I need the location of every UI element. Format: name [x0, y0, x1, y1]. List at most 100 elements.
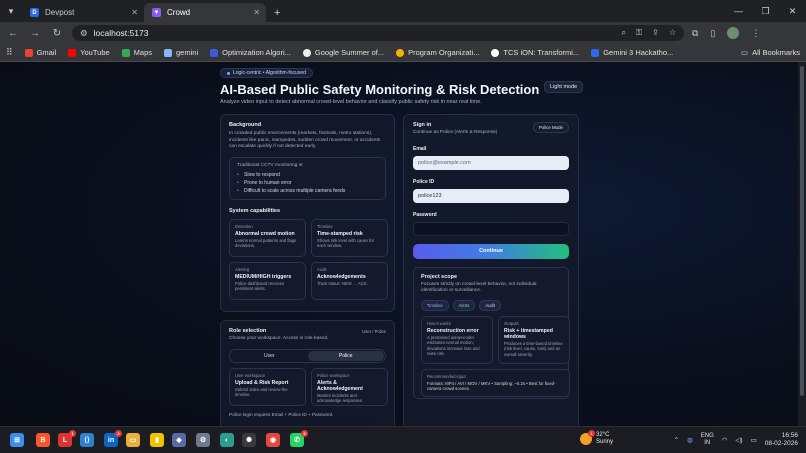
maps-icon [121, 48, 130, 57]
light-mode-button[interactable]: Light mode [544, 81, 584, 93]
gemini-icon [164, 48, 173, 57]
tab-devpost[interactable]: D Devpost ✕ [22, 3, 144, 22]
apps-grid-icon[interactable]: ⠿ [6, 47, 13, 58]
site-info-icon[interactable]: ⚙ [80, 28, 88, 39]
pill-text: Logic-centric • Algorithm-focused [233, 70, 306, 76]
wifi-icon[interactable]: ◠ [722, 436, 728, 444]
url-text[interactable]: localhost:5173 [94, 28, 149, 38]
profile-avatar[interactable] [727, 27, 740, 39]
role-option-police[interactable]: Police [307, 350, 384, 361]
page-scrollbar[interactable] [798, 62, 806, 426]
settings-icon[interactable]: ⚙ [196, 433, 210, 447]
stats-icon[interactable]: ▮ [150, 433, 164, 447]
bookmark-program-org[interactable]: Program Organizati... [396, 48, 479, 57]
password-field[interactable] [413, 221, 569, 236]
brave-icon[interactable]: B [36, 433, 50, 447]
capability-alerting: Alerting MEDIUM/HIGH triggers Police das… [229, 261, 306, 300]
shield-icon[interactable]: ◆ [172, 433, 186, 447]
bookmark-youtube[interactable]: YouTube [68, 48, 110, 57]
language-indicator[interactable]: ENG IN [701, 433, 714, 447]
tray-app-icon[interactable]: ◍ [687, 436, 693, 444]
weather-temp: 32°C [596, 432, 610, 438]
tagline-pill: Logic-centric • Algorithm-focused [220, 68, 313, 78]
close-tab-icon[interactable]: ✕ [131, 8, 138, 17]
files-icon[interactable]: ▭ [126, 433, 140, 447]
all-bookmarks[interactable]: ▭ All Bookmarks [741, 48, 800, 57]
bookmark-gemini-hackathon[interactable]: Gemini 3 Hackatho... [591, 48, 673, 57]
capability-title: Acknowledgements [317, 273, 366, 280]
reload-icon[interactable]: ↻ [50, 28, 64, 39]
zoom-icon[interactable]: ⌕ [622, 28, 626, 38]
notification-badge: 1 [69, 430, 76, 437]
battery-icon[interactable]: ▭ [751, 436, 757, 444]
role-option-user[interactable]: User [231, 351, 308, 361]
email-field[interactable]: police@example.com [413, 155, 569, 170]
maximize-icon[interactable]: ❐ [752, 0, 779, 22]
bookmark-gmail[interactable]: Gmail [24, 48, 56, 57]
password-key-icon[interactable]: ⚿ [636, 28, 642, 38]
menu-kebab-icon[interactable]: ⋮ [751, 28, 760, 39]
url-bar[interactable]: ⚙ localhost:5173 ⌕ ⚿ ⇪ ☆ [72, 25, 684, 41]
folder-icon: ▭ [740, 48, 749, 57]
forward-icon[interactable]: → [28, 28, 42, 39]
police-id-field[interactable]: police123 [413, 188, 569, 203]
notification-badge: 9 [301, 430, 308, 437]
app-red-icon[interactable]: L1 [58, 430, 76, 447]
bookmark-tcs-ion[interactable]: TCS iON: Transformi... [491, 48, 579, 57]
sidepanel-icon[interactable]: ▯ [710, 28, 715, 39]
background-card: Background In crowded public environment… [220, 114, 395, 312]
tab-crowd[interactable]: ▼ Crowd ✕ [144, 3, 266, 22]
capability-timeline: Timeline Time-stamped risk Shows risk le… [311, 218, 388, 257]
scope-kicker: Outputs [504, 320, 519, 326]
role-heading: Role selection [229, 328, 267, 334]
bookmark-maps[interactable]: Maps [121, 48, 152, 57]
windows-taskbar: ⊞ B L 1 ⟨⟩ in 2 ▭ ▮ ◆ ⚙ ◐ ✺ ◉ ✆ 9 1 32°C Sunny ⌃ ◍ ENG IN… [0, 426, 806, 453]
workspace-user: User workspace Upload & Risk Report Subm… [229, 367, 306, 406]
lang-line2: IN [704, 440, 711, 446]
capability-kicker: Alerting [235, 266, 250, 272]
police-mode-badge: Police Mode [532, 122, 569, 133]
volume-icon[interactable]: ◁) [735, 436, 742, 444]
clock[interactable]: 16:56 08-02-2026 [765, 432, 798, 448]
vscode-icon[interactable]: ⟨⟩ [80, 433, 94, 447]
chrome-icon[interactable]: ◉ [266, 433, 280, 447]
role-desc: Choose your workspace. Access is role-ba… [229, 336, 329, 341]
continue-button[interactable]: Continue [413, 243, 569, 259]
chatgpt-icon[interactable]: ✺ [242, 433, 256, 447]
rec-kicker: Recommended input [427, 373, 466, 379]
lang-line1: ENG [700, 433, 714, 439]
scope-desc: Focuses strictly on crowd-level behavior… [421, 281, 537, 294]
tab-search-icon[interactable]: ▾ [0, 0, 22, 22]
bookmark-optimization[interactable]: Optimization Algori... [210, 48, 291, 57]
new-tab-button[interactable]: + [266, 3, 288, 22]
minimize-icon[interactable]: — [725, 0, 752, 22]
weather-desc: Sunny [596, 439, 614, 445]
back-icon[interactable]: ← [6, 28, 20, 39]
workspace-title: Upload & Risk Report [235, 379, 289, 386]
whatsapp-icon[interactable]: ✆ 9 [290, 430, 308, 447]
linkedin-icon[interactable]: in 2 [104, 430, 122, 447]
workspace-kicker: Police workspace [317, 372, 350, 378]
tray-chevron-icon[interactable]: ⌃ [674, 436, 679, 444]
capability-kicker: Audit [317, 266, 327, 272]
capability-kicker: Timeline [317, 223, 333, 229]
capability-title: Abnormal crowd motion [235, 230, 295, 237]
bookmark-star-icon[interactable]: ☆ [669, 28, 676, 38]
bookmark-gemini[interactable]: gemini [164, 48, 198, 57]
close-tab-icon[interactable]: ✕ [253, 8, 260, 17]
extensions-icon[interactable]: ⧉ [692, 28, 698, 39]
bookmark-label: Google Summer of... [314, 48, 385, 57]
share-icon[interactable]: ⇪ [652, 28, 659, 38]
scope-outputs: Outputs Risk + timestamped windows Produ… [498, 315, 570, 364]
start-icon[interactable]: ⊞ [10, 433, 24, 447]
weather-widget[interactable]: 1 32°C Sunny [580, 430, 614, 446]
scrollbar-thumb[interactable] [800, 66, 804, 396]
all-bookmarks-label: All Bookmarks [752, 48, 800, 57]
close-window-icon[interactable]: ✕ [779, 0, 806, 22]
window-controls: — ❐ ✕ [725, 0, 806, 22]
scope-box-title: Reconstruction error [427, 327, 479, 334]
cctv-intro: Traditional CCTV monitoring is: [237, 162, 304, 168]
bookmark-gsoc[interactable]: Google Summer of... [302, 48, 385, 57]
role-toggle: User Police [229, 348, 386, 363]
copilot-icon[interactable]: ◐ [220, 433, 234, 447]
